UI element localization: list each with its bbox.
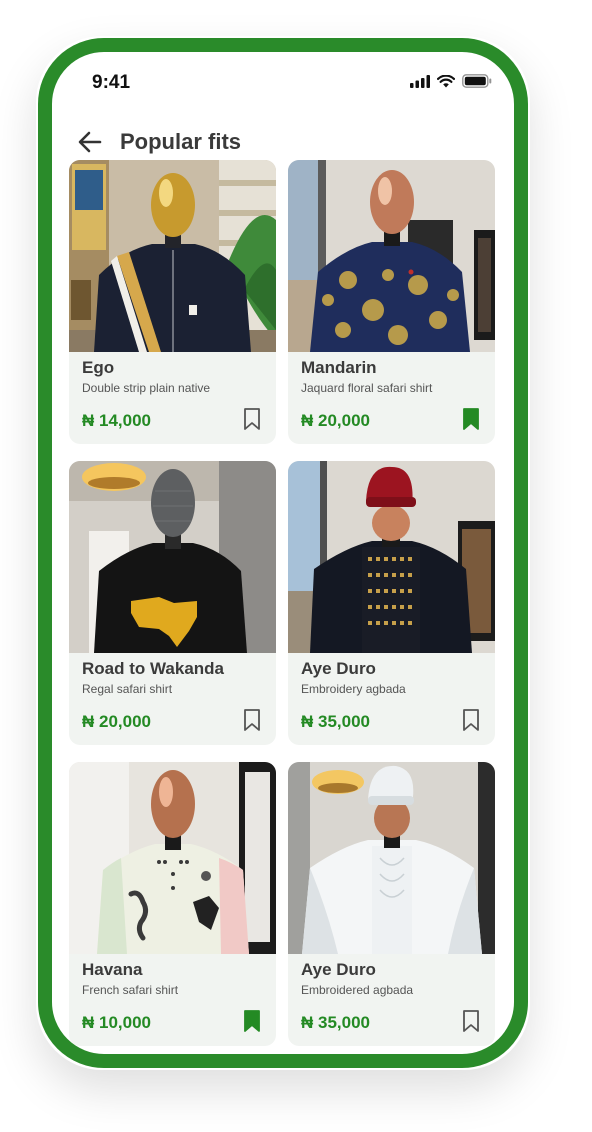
phone-frame: 9:41 Popular fits Ego Double strip plain…	[38, 38, 528, 1068]
product-price: ₦ 35,000	[301, 712, 370, 731]
product-price: ₦ 14,000	[82, 411, 151, 430]
product-grid: Ego Double strip plain native ₦ 14,000 M…	[69, 160, 497, 1046]
product-name: Mandarin	[301, 358, 377, 377]
product-photo	[69, 762, 276, 954]
product-description: Embroidery agbada	[301, 682, 406, 696]
product-description: Jaquard floral safari shirt	[301, 381, 433, 395]
product-card[interactable]: Road to Wakanda Regal safari shirt ₦ 20,…	[69, 461, 276, 745]
product-name: Road to Wakanda	[82, 659, 224, 678]
product-price: ₦ 10,000	[82, 1013, 151, 1032]
status-time: 9:41	[92, 72, 131, 93]
bookmark-icon[interactable]	[462, 708, 480, 732]
product-description: Double strip plain native	[82, 381, 211, 395]
bookmark-filled-icon[interactable]	[462, 407, 480, 431]
product-description: French safari shirt	[82, 983, 179, 997]
arrow-left-icon[interactable]	[76, 128, 104, 156]
product-photo	[288, 762, 495, 954]
bookmark-icon[interactable]	[243, 407, 261, 431]
product-price: ₦ 20,000	[82, 712, 151, 731]
product-name: Aye Duro	[301, 960, 376, 979]
product-description: Regal safari shirt	[82, 682, 173, 696]
product-card[interactable]: Havana French safari shirt ₦ 10,000	[69, 762, 276, 1046]
product-name: Aye Duro	[301, 659, 376, 678]
product-photo	[69, 461, 276, 653]
product-price: ₦ 35,000	[301, 1013, 370, 1032]
product-name: Havana	[82, 960, 143, 979]
battery-icon	[462, 74, 492, 88]
product-description: Embroidered agbada	[301, 983, 414, 997]
bookmark-icon[interactable]	[462, 1009, 480, 1033]
bookmark-filled-icon[interactable]	[243, 1009, 261, 1033]
product-photo	[69, 160, 276, 352]
page-title: Popular fits	[120, 129, 242, 154]
product-name: Ego	[82, 358, 115, 377]
product-card[interactable]: Mandarin Jaquard floral safari shirt ₦ 2…	[288, 160, 495, 444]
signal-icon	[410, 74, 430, 88]
bookmark-icon[interactable]	[243, 708, 261, 732]
product-card[interactable]: Aye Duro Embroidered agbada ₦ 35,000	[288, 762, 495, 1046]
product-photo	[288, 160, 495, 352]
wifi-icon	[437, 74, 455, 87]
product-price: ₦ 20,000	[301, 411, 370, 430]
status-bar: 9:41	[52, 52, 514, 112]
product-photo	[288, 461, 495, 653]
product-card[interactable]: Ego Double strip plain native ₦ 14,000	[69, 160, 276, 444]
product-card[interactable]: Aye Duro Embroidery agbada ₦ 35,000	[288, 461, 495, 745]
